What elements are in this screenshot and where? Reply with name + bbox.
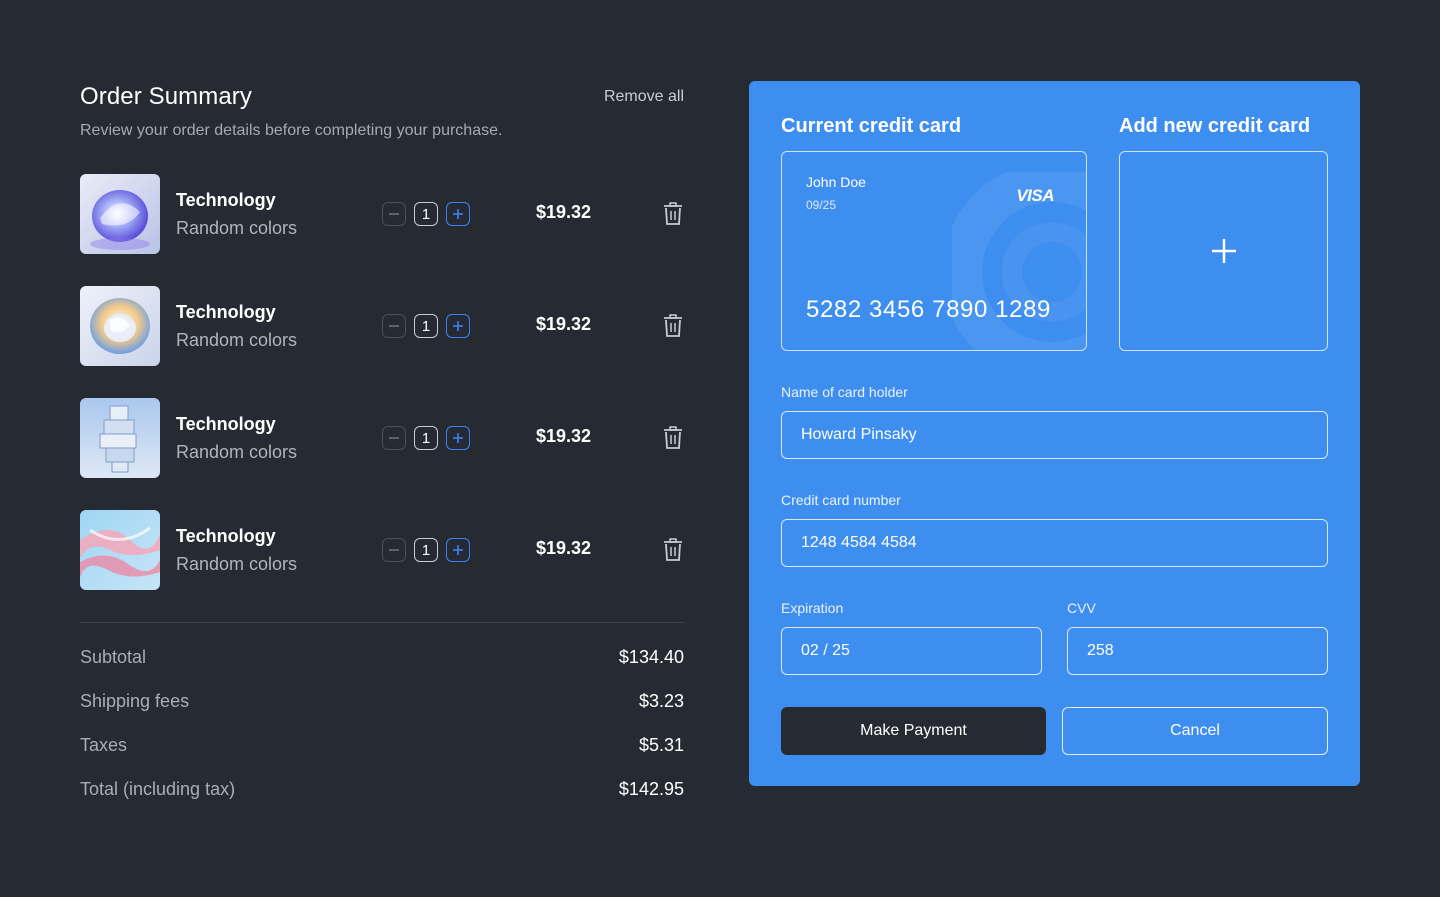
quantity-value[interactable]: 1	[414, 538, 438, 562]
card-expiry: 09/25	[806, 198, 837, 212]
order-summary: Order Summary Remove all Review your ord…	[80, 82, 684, 823]
minus-icon	[389, 325, 399, 327]
card-holder-name: John Doe	[806, 174, 866, 190]
plus-icon	[1211, 239, 1236, 263]
cvv-label: CVV	[1067, 600, 1096, 616]
product-image	[80, 174, 160, 254]
delete-item-button[interactable]	[662, 538, 684, 562]
shipping-row: Shipping fees $3.23	[80, 691, 684, 735]
delete-item-button[interactable]	[662, 314, 684, 338]
payment-panel: Current credit card Add new credit card …	[749, 81, 1360, 786]
taxes-value: $5.31	[638, 735, 684, 755]
product-variant: Random colors	[176, 218, 298, 238]
quantity-stepper: 1	[382, 314, 470, 338]
item-price: $19.32	[536, 426, 592, 446]
order-totals: Subtotal $134.40 Shipping fees $3.23 Tax…	[80, 647, 684, 823]
expiration-input[interactable]	[781, 627, 1042, 675]
quantity-stepper: 1	[382, 538, 470, 562]
current-card-title: Current credit card	[781, 115, 962, 137]
product-variant: Random colors	[176, 554, 298, 574]
cart-items-list: Technology Random colors 1 $19.32 Techno…	[80, 174, 684, 590]
card-holder-label: Name of card holder	[781, 384, 908, 400]
total-row: Total (including tax) $142.95	[80, 779, 684, 823]
plus-icon	[453, 433, 463, 443]
minus-icon	[389, 437, 399, 439]
quantity-value[interactable]: 1	[414, 314, 438, 338]
subtotal-row: Subtotal $134.40	[80, 647, 684, 691]
product-variant: Random colors	[176, 442, 298, 462]
remove-all-link[interactable]: Remove all	[604, 88, 684, 106]
cart-item: Technology Random colors 1 $19.32	[80, 510, 684, 590]
add-credit-card-button[interactable]	[1119, 151, 1328, 351]
item-price: $19.32	[536, 202, 592, 222]
item-price: $19.32	[536, 538, 592, 558]
trash-icon	[664, 426, 682, 449]
quantity-stepper: 1	[382, 202, 470, 226]
quantity-value[interactable]: 1	[414, 202, 438, 226]
add-card-title: Add new credit card	[1119, 115, 1311, 137]
trash-icon	[664, 538, 682, 561]
taxes-row: Taxes $5.31	[80, 735, 684, 779]
cart-item: Technology Random colors 1 $19.32	[80, 174, 684, 254]
current-credit-card[interactable]: John Doe 09/25 VISA 5282 3456 7890 1289	[781, 151, 1087, 351]
expiration-label: Expiration	[781, 600, 844, 616]
card-number-label: Credit card number	[781, 492, 901, 508]
product-variant: Random colors	[176, 330, 298, 350]
product-image	[80, 398, 160, 478]
card-holder-input[interactable]	[781, 411, 1328, 459]
total-value: $142.95	[618, 779, 684, 799]
subtotal-label: Subtotal	[80, 647, 147, 667]
checkout-page: Order Summary Remove all Review your ord…	[0, 0, 1440, 897]
page-title: Order Summary	[80, 83, 252, 110]
product-image	[80, 510, 160, 590]
order-summary-header: Order Summary Remove all	[80, 82, 684, 112]
quantity-value[interactable]: 1	[414, 426, 438, 450]
increase-quantity-button[interactable]	[446, 314, 470, 338]
plus-icon	[453, 545, 463, 555]
cart-item: Technology Random colors 1 $19.32	[80, 398, 684, 478]
decrease-quantity-button[interactable]	[382, 314, 406, 338]
decrease-quantity-button[interactable]	[382, 426, 406, 450]
quantity-stepper: 1	[382, 426, 470, 450]
total-label: Total (including tax)	[80, 779, 236, 799]
summary-divider	[80, 622, 684, 623]
minus-icon	[389, 549, 399, 551]
order-summary-subtitle: Review your order details before complet…	[80, 122, 503, 139]
delete-item-button[interactable]	[662, 202, 684, 226]
product-name: Technology	[176, 302, 276, 322]
subtotal-value: $134.40	[618, 647, 684, 667]
cancel-button[interactable]: Cancel	[1062, 707, 1328, 755]
increase-quantity-button[interactable]	[446, 538, 470, 562]
product-name: Technology	[176, 526, 276, 546]
plus-icon	[453, 209, 463, 219]
item-price: $19.32	[536, 314, 592, 334]
trash-icon	[664, 314, 682, 337]
taxes-label: Taxes	[80, 735, 128, 755]
shipping-label: Shipping fees	[80, 691, 190, 711]
product-name: Technology	[176, 414, 276, 434]
increase-quantity-button[interactable]	[446, 202, 470, 226]
decrease-quantity-button[interactable]	[382, 202, 406, 226]
decrease-quantity-button[interactable]	[382, 538, 406, 562]
trash-icon	[664, 202, 682, 225]
cart-item: Technology Random colors 1 $19.32	[80, 286, 684, 366]
card-number-input[interactable]	[781, 519, 1328, 567]
cvv-input[interactable]	[1067, 627, 1328, 675]
product-image	[80, 286, 160, 366]
visa-logo: VISA	[1016, 186, 1054, 205]
shipping-value: $3.23	[638, 691, 684, 711]
product-name: Technology	[176, 190, 276, 210]
plus-icon	[453, 321, 463, 331]
increase-quantity-button[interactable]	[446, 426, 470, 450]
minus-icon	[389, 213, 399, 215]
make-payment-button[interactable]: Make Payment	[781, 707, 1046, 755]
card-number: 5282 3456 7890 1289	[806, 296, 1051, 323]
delete-item-button[interactable]	[662, 426, 684, 450]
